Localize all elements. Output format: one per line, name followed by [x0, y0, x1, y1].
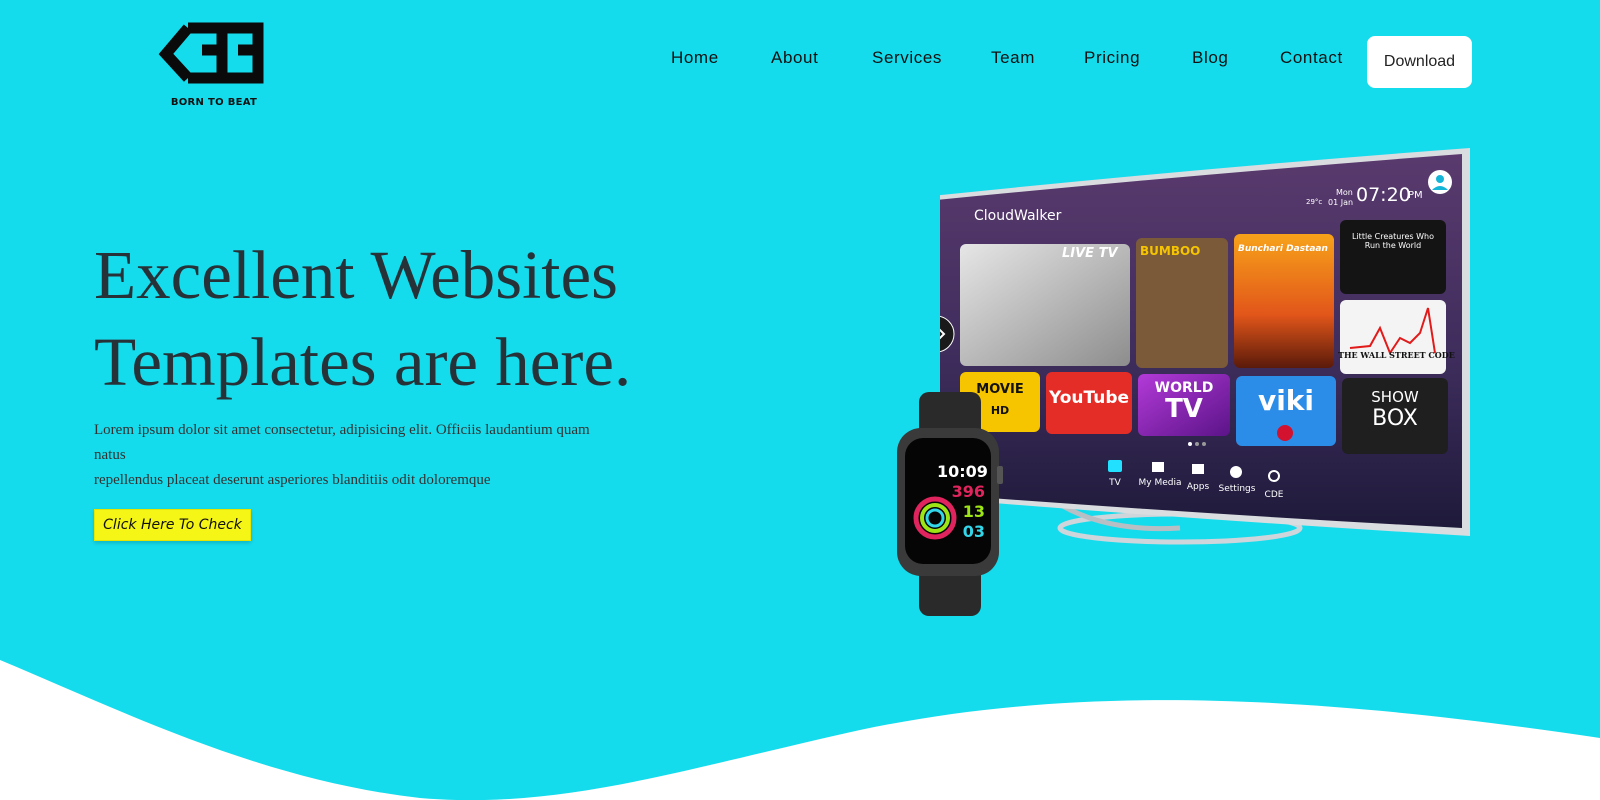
- tv-menu-cde: CDE: [1264, 490, 1284, 500]
- hero-desc-line-3: repellendus placeat deserunt asperiores …: [94, 472, 491, 488]
- hero-description: Lorem ipsum dolor sit amet consectetur, …: [94, 418, 654, 493]
- brand-logo[interactable]: BORN TO BEAT: [158, 20, 270, 112]
- tv-time: 07:20: [1356, 184, 1411, 206]
- tv-menu-tv: TV: [1109, 478, 1121, 488]
- download-button[interactable]: Download: [1367, 36, 1472, 88]
- nav-blog[interactable]: Blog: [1192, 48, 1228, 68]
- tile-live-tv: LIVE TV: [1062, 246, 1118, 261]
- logo-text: BORN TO BEAT: [170, 97, 258, 108]
- tv-menu-settings: Settings: [1218, 484, 1256, 494]
- smartwatch-illustration: 10:09 396 13 03: [897, 392, 1003, 616]
- nav-team[interactable]: Team: [991, 48, 1035, 68]
- nav-contact[interactable]: Contact: [1280, 48, 1343, 68]
- tile-show: SHOW: [1371, 388, 1419, 406]
- tile-box: BOX: [1372, 406, 1418, 431]
- tile-world-tv: TV: [1165, 394, 1203, 424]
- tv-weather: 29°c: [1306, 198, 1323, 206]
- tile-bumboo: BUMBOO: [1140, 244, 1201, 258]
- nav-home[interactable]: Home: [671, 48, 719, 68]
- nav-pricing[interactable]: Pricing: [1084, 48, 1140, 68]
- tv-date: 01 Jan: [1328, 198, 1354, 207]
- hero-desc-line-1: Lorem ipsum dolor sit amet consectetur, …: [94, 422, 590, 438]
- watch-stand: 03: [962, 522, 985, 541]
- watch-exercise: 13: [962, 502, 985, 521]
- watch-time: 10:09: [937, 462, 988, 481]
- bottom-wave-decoration: [0, 660, 1600, 800]
- hero-title: Excellent Websites Templates are here.: [94, 232, 714, 406]
- hero-desc-line-2: natus: [94, 447, 126, 463]
- tv-ampm: PM: [1408, 190, 1423, 201]
- tile-wsj: THE WALL STREET CODE: [1338, 350, 1455, 360]
- hero-title-line-2: Templates are here.: [94, 324, 632, 400]
- nav-services[interactable]: Services: [872, 48, 942, 68]
- tile-sunset: Bunchari Dastaan: [1238, 244, 1328, 254]
- hero-title-line-1: Excellent Websites: [94, 237, 618, 313]
- tile-youtube: YouTube: [1048, 388, 1130, 408]
- nav-about[interactable]: About: [771, 48, 818, 68]
- tv-brand: CloudWalker: [974, 208, 1062, 224]
- watch-move: 396: [951, 482, 985, 501]
- check-cta-button[interactable]: Click Here To Check: [94, 509, 251, 541]
- tile-viki: viki: [1257, 384, 1315, 417]
- tv-day: Mon: [1336, 188, 1353, 197]
- curved-tv-illustration: CloudWalker 29°c Mon 01 Jan 07:20 PM LIV…: [940, 148, 1500, 568]
- tile-creatures: Little Creatures Who Run the World: [1352, 232, 1434, 250]
- logo-mark-icon: [158, 22, 264, 84]
